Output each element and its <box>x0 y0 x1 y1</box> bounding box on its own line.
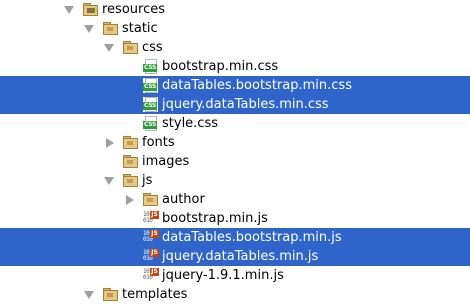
expand-arrow-icon[interactable] <box>104 177 114 185</box>
js-badge: JS <box>150 211 159 219</box>
js-file-icon: 101 010 JS <box>143 268 159 283</box>
js-file-icon: 101 010 JS <box>143 249 159 264</box>
folder-icon <box>103 21 118 36</box>
js-file-icon: 101 010 JS <box>143 230 159 245</box>
tree-item-label: resources <box>102 2 166 17</box>
tree-row[interactable]: js <box>0 171 470 190</box>
tree-row[interactable]: CSS style.css <box>0 114 470 133</box>
tree-row[interactable]: images <box>0 152 470 171</box>
tree-row[interactable]: 101 010 JS bootstrap.min.js <box>0 209 470 228</box>
css-badge: CSS <box>143 121 157 129</box>
tree-item-label: bootstrap.min.css <box>162 59 279 74</box>
folder-icon <box>123 40 138 55</box>
css-file-icon: CSS <box>143 97 158 112</box>
folder-icon <box>123 154 138 169</box>
css-file-icon: CSS <box>143 59 158 74</box>
js-badge: JS <box>150 268 159 276</box>
tree-item-label: jquery-1.9.1.min.js <box>162 268 284 283</box>
tree-item-label: js <box>142 173 153 188</box>
tree-item-label: dataTables.bootstrap.min.css <box>162 78 352 93</box>
folder-icon <box>123 135 138 150</box>
expand-arrow-icon[interactable] <box>64 6 74 14</box>
js-badge: JS <box>150 249 159 257</box>
tree-row[interactable]: static <box>0 19 470 38</box>
js-file-icon: 101 010 JS <box>143 211 159 226</box>
tree-item-label: dataTables.bootstrap.min.js <box>162 230 342 245</box>
resources-folder-icon <box>83 2 98 17</box>
tree-row[interactable]: 101 010 JS jquery-1.9.1.min.js <box>0 266 470 285</box>
folder-icon <box>143 192 158 207</box>
project-tree: resources static css CSS bootstrap.min.css CS… <box>0 0 470 304</box>
tree-item-label: jquery.dataTables.min.js <box>162 249 319 264</box>
tree-item-label: author <box>162 192 205 207</box>
folder-icon <box>123 173 138 188</box>
tree-item-label: css <box>142 40 163 55</box>
css-badge: CSS <box>143 64 157 72</box>
tree-item-label: templates <box>122 287 188 302</box>
collapse-arrow-icon[interactable] <box>126 195 134 205</box>
tree-row[interactable]: author <box>0 190 470 209</box>
tree-row[interactable]: CSS jquery.dataTables.min.css <box>0 95 470 114</box>
tree-item-label: fonts <box>142 135 175 150</box>
js-badge: JS <box>150 230 159 238</box>
tree-row[interactable]: css <box>0 38 470 57</box>
tree-item-label: images <box>142 154 190 169</box>
expand-arrow-icon[interactable] <box>84 25 94 33</box>
css-badge: CSS <box>143 83 157 91</box>
tree-row[interactable]: templates <box>0 285 470 304</box>
tree-item-label: style.css <box>162 116 218 131</box>
tree-item-label: bootstrap.min.js <box>162 211 268 226</box>
tree-row[interactable]: fonts <box>0 133 470 152</box>
folder-icon <box>103 287 118 302</box>
tree-row[interactable]: 101 010 JS dataTables.bootstrap.min.js <box>0 228 470 247</box>
tree-item-label: jquery.dataTables.min.css <box>162 97 329 112</box>
tree-row[interactable]: 101 010 JS jquery.dataTables.min.js <box>0 247 470 266</box>
tree-item-label: static <box>122 21 158 36</box>
expand-arrow-icon[interactable] <box>84 291 94 299</box>
tree-row[interactable]: CSS bootstrap.min.css <box>0 57 470 76</box>
expand-arrow-icon[interactable] <box>104 44 114 52</box>
tree-row[interactable]: resources <box>0 0 470 19</box>
css-file-icon: CSS <box>143 116 158 131</box>
css-file-icon: CSS <box>143 78 158 93</box>
collapse-arrow-icon[interactable] <box>106 138 114 148</box>
css-badge: CSS <box>143 102 157 110</box>
tree-row[interactable]: CSS dataTables.bootstrap.min.css <box>0 76 470 95</box>
